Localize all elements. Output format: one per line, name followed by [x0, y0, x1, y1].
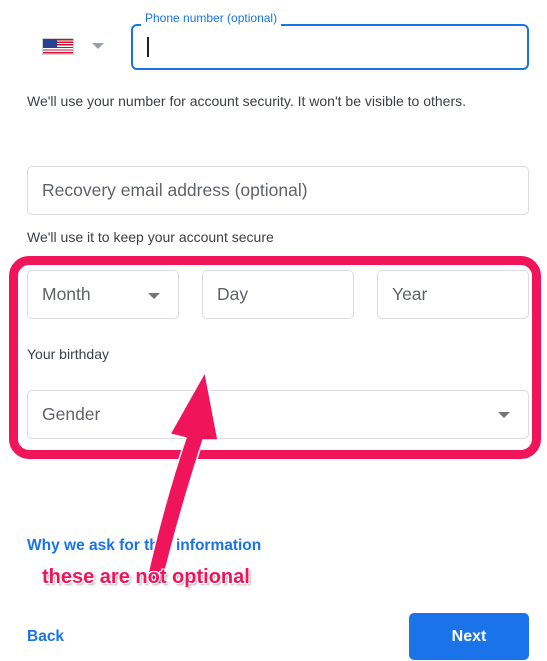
recovery-email-placeholder: Recovery email address (optional) — [42, 180, 308, 200]
recovery-email-helper: We'll use it to keep your account secure — [27, 229, 274, 245]
gender-chevron-down-icon — [498, 412, 510, 418]
text-cursor — [147, 37, 149, 57]
gender-placeholder: Gender — [42, 404, 101, 424]
why-we-ask-link[interactable]: Why we ask for this information — [27, 537, 261, 555]
back-button[interactable]: Back — [27, 628, 64, 646]
phone-number-input[interactable] — [131, 24, 529, 70]
month-placeholder: Month — [42, 284, 91, 304]
gender-select[interactable] — [27, 390, 529, 439]
annotation-text: these are not optional — [42, 566, 250, 588]
phone-helper-text: We'll use your number for account securi… — [27, 93, 467, 109]
next-button[interactable]: Next — [409, 613, 529, 660]
birthday-helper-text: Your birthday — [27, 346, 109, 362]
us-flag-icon[interactable] — [42, 38, 74, 55]
country-dropdown-icon[interactable] — [92, 43, 104, 49]
month-chevron-down-icon — [148, 293, 160, 299]
phone-number-label: Phone number (optional) — [141, 10, 282, 26]
day-placeholder: Day — [217, 284, 249, 304]
year-placeholder: Year — [392, 284, 428, 304]
